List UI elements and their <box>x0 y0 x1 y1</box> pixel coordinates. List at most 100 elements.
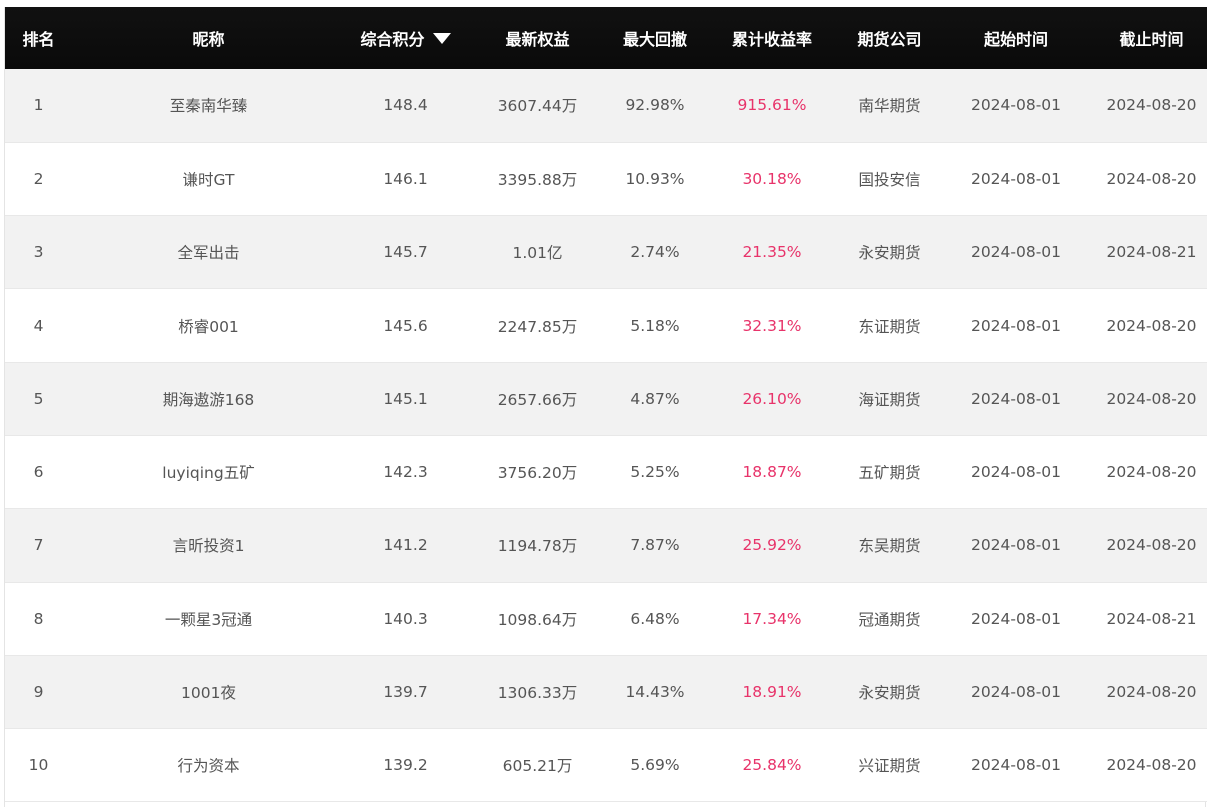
cell-drawdown: 14.43% <box>625 683 685 702</box>
cell-end-date: 2024-08-20 <box>1106 169 1197 188</box>
cell-score: 145.6 <box>383 316 428 335</box>
cell-rank: 10 <box>28 756 49 775</box>
caret-down-icon[interactable] <box>432 33 451 44</box>
cell-equity: 3395.88万 <box>497 170 578 189</box>
cell-score: 148.4 <box>383 96 428 115</box>
header-start: 起始时间 <box>983 30 1048 49</box>
cell-nickname: 行为资本 <box>177 757 240 776</box>
cell-rank: 4 <box>33 316 44 335</box>
cell-start-date: 2024-08-01 <box>970 96 1062 115</box>
ranking-table: 排名 昵称 综合积分 最新权益 最大回撤 累计收益率 期货公司 起始时间 截止时… <box>5 7 1207 802</box>
cell-return: 915.61% <box>737 96 807 115</box>
cell-drawdown: 10.93% <box>625 169 685 188</box>
cell-drawdown: 5.69% <box>630 756 680 775</box>
cell-start-date: 2024-08-01 <box>970 536 1062 555</box>
cell-end-date: 2024-08-21 <box>1106 609 1197 628</box>
table-row: 8 一颗星3冠通 140.3 1098.64万 6.48% 17.34% 冠通期货 2024-… <box>5 582 1207 656</box>
cell-rank: 1 <box>33 96 44 115</box>
table-row: 1 至秦南华臻 148.4 3607.44万 92.98% 915.61% 南华期货 2024… <box>5 69 1207 143</box>
cell-return: 18.87% <box>742 463 802 482</box>
header-score-label: 综合积分 <box>360 30 425 49</box>
cell-score: 140.3 <box>383 609 428 628</box>
cell-end-date: 2024-08-20 <box>1106 683 1197 702</box>
cell-return: 25.92% <box>742 536 802 555</box>
cell-rank: 3 <box>33 243 44 262</box>
cell-end-date: 2024-08-20 <box>1106 316 1197 335</box>
cell-company: 国投安信 <box>858 170 921 189</box>
cell-start-date: 2024-08-01 <box>970 389 1062 408</box>
header-drawdown: 最大回撤 <box>622 30 687 49</box>
cell-nickname: 全军出击 <box>177 244 240 263</box>
table-row: 2 谦时GT 146.1 3395.88万 10.93% 30.18% 国投安信 2024-0… <box>5 142 1207 216</box>
cell-score: 145.1 <box>383 389 428 408</box>
cell-end-date: 2024-08-20 <box>1106 756 1197 775</box>
ranking-table-container: 排名 昵称 综合积分 最新权益 最大回撤 累计收益率 期货公司 起始时间 截止时… <box>4 7 1207 807</box>
header-return: 累计收益率 <box>731 30 812 49</box>
cell-equity: 2657.66万 <box>497 390 578 409</box>
table-row: 5 期海遨游168 145.1 2657.66万 4.87% 26.10% 海证期货 2024… <box>5 362 1207 436</box>
cell-equity: 3607.44万 <box>497 97 578 116</box>
cell-start-date: 2024-08-01 <box>970 683 1062 702</box>
cell-score: 141.2 <box>383 536 428 555</box>
cell-company: 永安期货 <box>858 244 921 263</box>
cell-rank: 7 <box>33 536 44 555</box>
cell-nickname: 桥睿001 <box>178 317 239 336</box>
cell-end-date: 2024-08-20 <box>1106 536 1197 555</box>
cell-drawdown: 92.98% <box>625 96 685 115</box>
header-nickname: 昵称 <box>192 30 225 49</box>
cell-rank: 9 <box>33 683 44 702</box>
cell-nickname: 言昕投资1 <box>172 537 245 556</box>
header-end: 截止时间 <box>1119 30 1184 49</box>
cell-drawdown: 4.87% <box>630 389 680 408</box>
table-header: 排名 昵称 综合积分 最新权益 最大回撤 累计收益率 期货公司 起始时间 截止时… <box>5 7 1207 69</box>
cell-return: 32.31% <box>742 316 802 335</box>
cell-drawdown: 5.18% <box>630 316 680 335</box>
cell-return: 18.91% <box>742 683 802 702</box>
cell-return: 17.34% <box>742 609 802 628</box>
table-body: 1 至秦南华臻 148.4 3607.44万 92.98% 915.61% 南华期货 2024… <box>5 69 1207 802</box>
cell-nickname: 期海遨游168 <box>162 390 255 409</box>
cell-return: 25.84% <box>742 756 802 775</box>
cell-nickname: luyiqing五矿 <box>162 464 255 483</box>
cell-nickname: 谦时GT <box>182 170 235 189</box>
table-row: 6 luyiqing五矿 142.3 3756.20万 5.25% 18.87% 五矿期货 2… <box>5 435 1207 509</box>
cell-company: 海证期货 <box>858 390 921 409</box>
cell-nickname: 1001夜 <box>181 684 236 703</box>
cell-score: 145.7 <box>383 243 428 262</box>
table-row: 7 言昕投资1 141.2 1194.78万 7.87% 25.92% 东吴期货 2024-0… <box>5 508 1207 583</box>
header-score-sortable[interactable]: 综合积分 <box>345 7 466 69</box>
cell-equity: 3756.20万 <box>497 464 578 483</box>
cell-drawdown: 6.48% <box>630 609 680 628</box>
cell-company: 南华期货 <box>858 97 921 116</box>
cell-score: 142.3 <box>383 463 428 482</box>
cell-company: 兴证期货 <box>858 757 921 776</box>
cell-start-date: 2024-08-01 <box>970 463 1062 482</box>
cell-start-date: 2024-08-01 <box>970 756 1062 775</box>
cell-start-date: 2024-08-01 <box>970 169 1062 188</box>
table-row: 10 行为资本 139.2 605.21万 5.69% 25.84% 兴证期货 2024-08… <box>5 728 1207 802</box>
cell-end-date: 2024-08-20 <box>1106 96 1197 115</box>
cell-equity: 605.21万 <box>502 757 573 776</box>
cell-score: 146.1 <box>383 169 428 188</box>
cell-rank: 6 <box>33 463 44 482</box>
cell-start-date: 2024-08-01 <box>970 243 1062 262</box>
cell-nickname: 一颗星3冠通 <box>164 610 253 629</box>
cell-company: 永安期货 <box>858 684 921 703</box>
cell-rank: 2 <box>33 169 44 188</box>
table-row: 9 1001夜 139.7 1306.33万 14.43% 18.91% 永安期货 2024-… <box>5 655 1207 729</box>
table-row: 4 桥睿001 145.6 2247.85万 5.18% 32.31% 东证期货 2024-0… <box>5 288 1207 363</box>
cell-score: 139.2 <box>383 756 428 775</box>
cell-equity: 2247.85万 <box>497 317 578 336</box>
cell-equity: 1194.78万 <box>497 537 578 556</box>
cell-drawdown: 2.74% <box>630 243 680 262</box>
cell-rank: 5 <box>33 389 44 408</box>
cell-equity: 1.01亿 <box>512 244 563 263</box>
cell-equity: 1098.64万 <box>497 610 578 629</box>
header-row: 排名 昵称 综合积分 最新权益 最大回撤 累计收益率 期货公司 起始时间 截止时… <box>5 7 1207 69</box>
header-company: 期货公司 <box>857 30 922 49</box>
cell-return: 21.35% <box>742 243 802 262</box>
header-rank: 排名 <box>22 30 55 49</box>
table-row: 3 全军出击 145.7 1.01亿 2.74% 21.35% 永安期货 2024-08-01… <box>5 215 1207 289</box>
cell-equity: 1306.33万 <box>497 684 578 703</box>
cell-company: 东证期货 <box>858 317 921 336</box>
